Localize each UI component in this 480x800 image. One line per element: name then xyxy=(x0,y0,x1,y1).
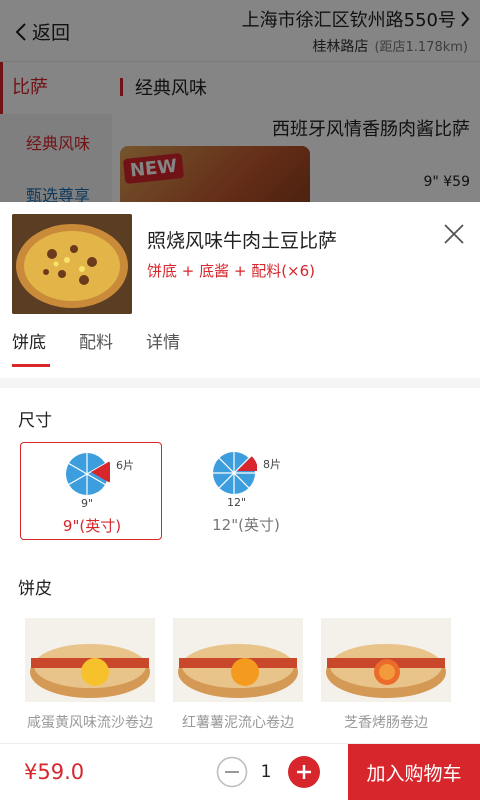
pie-9-inch-icon xyxy=(66,453,110,495)
size-label: 9"(英寸) xyxy=(62,517,122,535)
decrease-quantity-button[interactable] xyxy=(216,756,248,788)
product-image xyxy=(12,214,132,314)
slices-count: 6片 xyxy=(116,459,134,472)
inch-tag: 12" xyxy=(227,496,247,509)
close-icon xyxy=(444,224,464,244)
size-section-title: 尺寸 xyxy=(18,411,52,431)
tab-bar: 饼底 配料 详情 xyxy=(0,328,480,368)
crust-section-title: 饼皮 xyxy=(18,579,52,599)
product-name: 照烧风味牛肉土豆比萨 xyxy=(147,230,338,252)
crust-option-sausage[interactable]: 芝香烤肠卷边 xyxy=(321,618,451,732)
crust-label: 咸蛋黄风味流沙卷边 xyxy=(27,715,153,731)
screen: 返回 上海市徐汇区钦州路550号 桂林路店 (距店1.178km) 比萨 经典风味… xyxy=(0,0,480,800)
increase-quantity-button[interactable] xyxy=(288,756,320,788)
plus-icon xyxy=(288,756,320,788)
crust-option-sweet-potato[interactable]: 红薯薯泥流心卷边 xyxy=(173,618,303,732)
inch-tag: 9" xyxy=(81,497,94,510)
quantity-value: 1 xyxy=(260,762,272,782)
product-customize-sheet: 照烧风味牛肉土豆比萨 饼底 + 底酱 + 配料(×6) 饼底 配料 详情 尺寸 xyxy=(0,202,480,800)
crust-label: 红薯薯泥流心卷边 xyxy=(182,715,294,731)
crust-option-yolk[interactable]: 咸蛋黄风味流沙卷边 xyxy=(25,618,155,732)
crust-image xyxy=(25,618,155,702)
crust-image xyxy=(321,618,451,702)
size-option-9-inch[interactable]: 6片 9" 9"(英寸) xyxy=(20,442,162,540)
size-option-12-inch[interactable]: 8片 12" 12"(英寸) xyxy=(175,442,317,540)
tab-crust[interactable]: 饼底 xyxy=(12,328,46,353)
minus-icon xyxy=(216,756,248,788)
product-description: 饼底 + 底酱 + 配料(×6) xyxy=(147,262,316,280)
menu-page-background: 返回 上海市徐汇区钦州路550号 桂林路店 (距店1.178km) 比萨 经典风味… xyxy=(0,0,480,216)
pizza-image xyxy=(12,214,132,314)
crust-label: 芝香烤肠卷边 xyxy=(344,715,428,731)
close-button[interactable] xyxy=(442,222,466,246)
crust-image xyxy=(173,618,303,702)
add-to-cart-button[interactable]: 加入购物车 xyxy=(348,744,480,800)
tab-active-indicator xyxy=(12,364,50,367)
size-label: 12"(英寸) xyxy=(212,516,280,534)
tab-details[interactable]: 详情 xyxy=(146,328,180,353)
modal-overlay[interactable] xyxy=(0,0,480,206)
bottom-action-bar: ¥59.0 1 加入购物车 xyxy=(0,743,480,800)
pie-12-inch-icon xyxy=(213,452,257,494)
section-divider xyxy=(0,378,480,388)
slices-count: 8片 xyxy=(263,458,281,471)
tab-toppings[interactable]: 配料 xyxy=(79,328,113,353)
total-price: ¥59.0 xyxy=(24,760,85,784)
